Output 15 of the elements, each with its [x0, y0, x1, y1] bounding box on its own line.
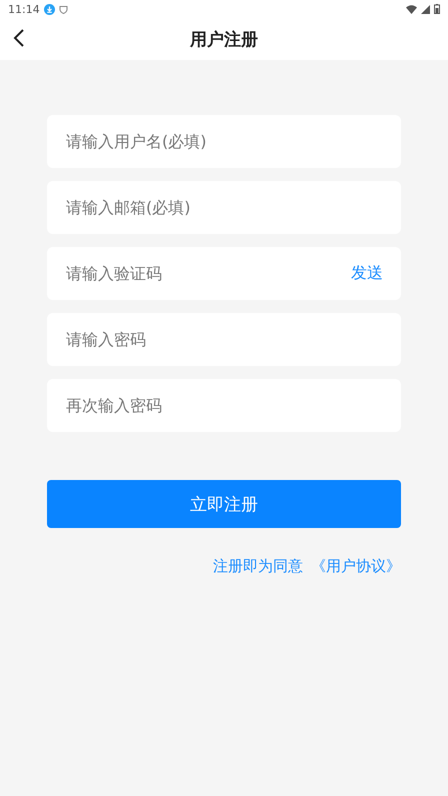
- agreement-link[interactable]: 《用户协议》: [311, 557, 401, 576]
- signal-icon: [421, 4, 430, 14]
- battery-icon: [434, 4, 440, 14]
- wifi-icon: [406, 4, 417, 14]
- page-title: 用户注册: [190, 28, 258, 50]
- input-field[interactable]: 请输入密码: [47, 313, 401, 366]
- input-field[interactable]: 请输入邮箱(必填): [47, 181, 401, 234]
- send-button[interactable]: 发送: [351, 263, 383, 284]
- download-icon: [44, 4, 55, 14]
- register-button[interactable]: 立即注册: [47, 480, 401, 528]
- input-field[interactable]: 请输入用户名(必填): [47, 115, 401, 168]
- shield-icon: [58, 4, 68, 14]
- agreement-text: 注册即为同意: [213, 557, 303, 576]
- clock: 11:14: [8, 2, 40, 16]
- input-field[interactable]: 再次输入密码: [47, 379, 401, 432]
